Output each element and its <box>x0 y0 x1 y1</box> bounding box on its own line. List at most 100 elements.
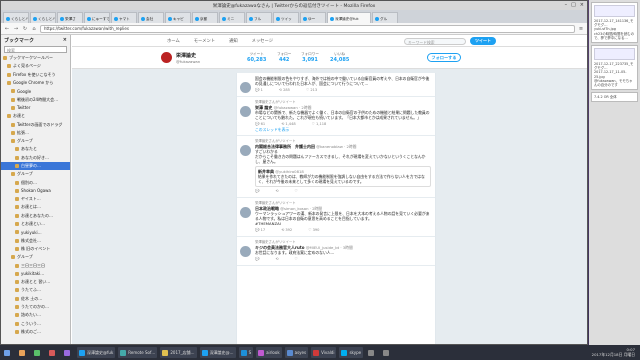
bookmark-item[interactable]: お達とは… <box>1 203 70 211</box>
taskbar-item-15[interactable] <box>381 347 393 358</box>
tab-7[interactable]: 京都 <box>192 12 218 23</box>
taskbar-item-1[interactable] <box>17 347 29 358</box>
tweet[interactable]: 栄澤論史さんがリツイート キジの会員法務官大人ruto @MIEUI_juside… <box>237 237 435 266</box>
tweet[interactable]: 栄澤論史さんがリツイート 内閣総合法律事務所 弁護士内田 @kanenoblaw … <box>237 136 435 198</box>
taskbar-item-10[interactable]: airlook <box>256 347 282 358</box>
bookmark-item[interactable]: Twitterの画面でのドラグ <box>1 120 70 128</box>
tab-10[interactable]: ツイッ <box>273 12 299 23</box>
taskbar-item-11[interactable]: asyes <box>284 347 309 358</box>
retweet-icon[interactable]: ⟲ 285 <box>279 88 290 93</box>
stat-followers[interactable]: フォロワー 3,091 <box>301 52 319 63</box>
taskbar-item-6[interactable]: Remote Sof… <box>118 347 158 358</box>
like-icon[interactable]: ♡ 1,118 <box>312 122 327 127</box>
taskbar-item-4[interactable] <box>62 347 74 358</box>
follow-button[interactable]: フォローする <box>427 53 461 62</box>
bookmark-item[interactable]: ブックマークツールバー <box>1 54 70 62</box>
retweet-icon[interactable]: ⟲ <box>275 257 278 262</box>
avatar[interactable] <box>160 51 173 64</box>
nav-home[interactable]: ホーム <box>167 38 180 44</box>
bookmark-item[interactable]: お達とと 習い… <box>1 278 70 286</box>
reload-icon[interactable]: ↻ <box>22 26 28 32</box>
bookmark-item[interactable]: 株 旧のイベント <box>1 245 70 253</box>
like-icon[interactable]: ♡ 213 <box>306 88 317 93</box>
tab-2[interactable]: 栄澤さ <box>57 12 83 23</box>
notification-card[interactable]: 2017-12-17_141136_モグモグ… yuki-sf7h.jpg ch23… <box>591 2 638 44</box>
taskbar-item-8[interactable]: 深澤論史@… <box>199 347 236 358</box>
url-bar[interactable]: https://twitter.com/fukazawan/with_repli… <box>40 24 575 33</box>
tab-6[interactable]: キャピ <box>165 12 191 23</box>
bookmark-item[interactable]: グループ <box>1 170 70 178</box>
tab-9[interactable]: フル <box>246 12 272 23</box>
tab-12[interactable]: 深澤論史@fuk <box>327 12 371 23</box>
bookmark-item[interactable]: 佐木 土の… <box>1 295 70 303</box>
taskbar-item-13[interactable]: skype <box>339 347 364 358</box>
taskbar-item-14[interactable] <box>366 347 378 358</box>
maximize-icon[interactable]: □ <box>571 2 576 8</box>
bookmark-item[interactable]: うたてふ… <box>1 286 70 294</box>
tab-11[interactable]: ゆー <box>300 12 326 23</box>
bookmark-item[interactable]: 戦後初の24時間大会… <box>1 95 70 103</box>
bookmark-item[interactable]: Google <box>1 87 70 95</box>
home-icon[interactable]: ⌂ <box>31 26 37 32</box>
stat-tweets[interactable]: ツイート 60,283 <box>247 52 266 63</box>
bookmark-item[interactable]: yukikitaki… <box>1 270 70 278</box>
tweet-button[interactable]: ツイート <box>470 37 496 45</box>
bookmark-item[interactable]: あなたと <box>1 145 70 153</box>
forward-icon[interactable]: → <box>13 26 19 32</box>
bookmark-item[interactable]: 詰めたい… <box>1 311 70 319</box>
taskbar-item-12[interactable]: Vivaldi <box>311 347 337 358</box>
bookmark-item[interactable]: 株式会社… <box>1 237 70 245</box>
sidebar-close-icon[interactable]: × <box>63 37 67 43</box>
reply-icon[interactable]: 💬 17 <box>255 228 265 233</box>
tweet[interactable]: 栄澤論史さんがリツイート 日本政治戦略 @simon_kosan · 2時間 ウーマ… <box>237 198 435 237</box>
bookmark-item[interactable]: 個別の… <box>1 178 70 186</box>
bookmark-item[interactable]: Shokan Ogawa <box>1 187 70 195</box>
back-icon[interactable]: ← <box>4 26 10 32</box>
bookmark-item[interactable]: グループ <box>1 137 70 145</box>
tweet-avatar[interactable] <box>240 246 251 257</box>
tab-13[interactable]: グル <box>372 12 398 23</box>
retweet-icon[interactable]: ⟲ 392 <box>281 228 292 233</box>
bookmark-item[interactable]: Firefox を使いこなそう <box>1 71 70 79</box>
close-icon[interactable]: × <box>580 2 584 8</box>
bookmark-item[interactable]: うたてのかの… <box>1 303 70 311</box>
bookmark-item[interactable]: Twitter <box>1 104 70 112</box>
menu-icon[interactable]: ≡ <box>578 26 584 32</box>
bookmark-item[interactable]: こういう… <box>1 320 70 328</box>
nav-notifications[interactable]: 通知 <box>229 38 238 44</box>
tweet[interactable]: 栄澤論史さんがリツイート 栄澤 論史 @fukazawan · 2時間 市場などの関… <box>237 97 435 136</box>
tweet[interactable]: 国会の機能制限の色をやりすぎ、海外では絵の中で働いている自衛官員の考えや、日本の… <box>237 73 435 97</box>
reply-icon[interactable]: 💬 1 <box>255 88 263 93</box>
nav-messages[interactable]: メッセージ <box>252 38 273 44</box>
bookmark-item[interactable]: お達とあなたの… <box>1 212 70 220</box>
nav-moments[interactable]: モーメント <box>194 38 215 44</box>
bookmark-item[interactable]: 拡張… <box>1 129 70 137</box>
retweet-icon[interactable]: ⟲ <box>275 189 278 194</box>
clock[interactable]: 0:07 2017年12月18日 月曜日 <box>592 347 638 357</box>
taskbar-item-9[interactable]: S <box>238 347 254 358</box>
show-thread-link[interactable]: このスレッドを表示 <box>255 127 431 132</box>
tab-4[interactable]: ヤマト <box>111 12 137 23</box>
bookmark-item[interactable]: Google Chrome から <box>1 79 70 87</box>
twitter-search-input[interactable]: キーワード検索 <box>404 38 466 45</box>
bookmark-item[interactable]: 株式のご… <box>1 328 70 336</box>
reply-icon[interactable]: 💬 <box>255 189 259 194</box>
sidebar-search-input[interactable]: 検索 <box>4 46 67 53</box>
reply-icon[interactable]: 💬 <box>255 257 259 262</box>
taskbar-item-2[interactable] <box>32 347 44 358</box>
bookmark-item[interactable]: yukiyuki… <box>1 228 70 236</box>
bookmark-item[interactable]: グループ <box>1 253 70 261</box>
taskbar-item-3[interactable] <box>47 347 59 358</box>
bookmark-item[interactable]: ヤイスト… <box>1 195 70 203</box>
tab-8[interactable]: ミニ <box>219 12 245 23</box>
tweet-avatar[interactable] <box>240 145 251 156</box>
bookmark-item[interactable]: 白昼夢の… <box>1 161 70 171</box>
bookmark-item[interactable]: とお達とい… <box>1 220 70 228</box>
bookmark-item[interactable]: お達と <box>1 112 70 120</box>
tab-5[interactable]: 会社 <box>138 12 164 23</box>
bookmark-item[interactable]: 三日三日三日 <box>1 261 70 269</box>
tab-3[interactable]: にゅーすで <box>84 12 110 23</box>
like-icon[interactable]: ♡ 390 <box>308 228 319 233</box>
minimize-icon[interactable]: – <box>565 2 568 8</box>
bookmark-item[interactable]: あなたの好き… <box>1 154 70 162</box>
